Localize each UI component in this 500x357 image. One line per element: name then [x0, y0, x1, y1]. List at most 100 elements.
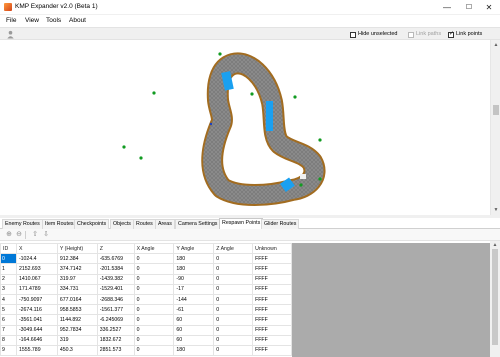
column-header-unknown[interactable]: Unknown — [252, 243, 292, 255]
menu-view[interactable]: View — [24, 16, 40, 25]
table-cell[interactable]: FFFF — [252, 324, 292, 336]
row-id-cell[interactable]: 7 — [0, 324, 17, 336]
table-cell[interactable]: -2674.116 — [15, 304, 58, 316]
tab-routes[interactable]: Routes — [133, 219, 156, 229]
viewport-scrollbar[interactable]: ▲ ▼ — [490, 40, 500, 215]
table-cell[interactable]: -201.5384 — [96, 263, 135, 275]
row-id-cell[interactable]: 0 — [0, 253, 17, 265]
respawn-point[interactable] — [218, 52, 222, 56]
table-cell[interactable]: FFFF — [252, 273, 292, 285]
table-cell[interactable]: 0 — [213, 344, 254, 357]
table-cell[interactable]: 2851.573 — [96, 344, 135, 357]
table-cell[interactable]: -90 — [173, 273, 215, 285]
table-cell[interactable]: 0 — [133, 334, 175, 346]
link-paths-box[interactable] — [408, 31, 414, 38]
table-cell[interactable]: 60 — [173, 334, 215, 346]
table-cell[interactable]: 0 — [133, 283, 175, 295]
tab-objects[interactable]: Objects — [110, 219, 134, 229]
table-cell[interactable]: 0 — [213, 263, 254, 275]
table-cell[interactable]: -6.245069 — [96, 314, 135, 326]
tab-item-routes[interactable]: Item Routes — [42, 219, 77, 229]
hide-unselected-box[interactable] — [350, 31, 356, 38]
row-id-cell[interactable]: 5 — [0, 304, 17, 316]
table-cell[interactable]: -144 — [173, 293, 215, 306]
table-row[interactable]: 6 -3561.041 1144.892 -6.245069 0 60 0 FFFF — [0, 314, 292, 326]
table-row[interactable]: 4 -750.9097 677.0164 -2688.346 0 -144 0 FFFF — [0, 293, 292, 306]
grid-scrollbar[interactable]: ▲ — [490, 241, 500, 357]
table-cell[interactable]: 1555.789 — [15, 344, 58, 357]
table-cell[interactable]: 0 — [133, 273, 175, 285]
close-button[interactable]: ✕ — [478, 0, 500, 15]
table-cell[interactable]: 2152.693 — [15, 263, 58, 275]
table-cell[interactable]: 0 — [133, 293, 175, 306]
respawn-point[interactable] — [299, 183, 303, 187]
column-header-id[interactable]: ID — [0, 243, 17, 255]
table-cell[interactable]: 334.731 — [56, 283, 98, 295]
move-down-icon[interactable]: ⇩ — [42, 231, 50, 239]
row-id-cell[interactable]: 8 — [0, 334, 17, 346]
table-cell[interactable]: 60 — [173, 314, 215, 326]
menu-about[interactable]: About — [68, 16, 87, 25]
scroll-up-arrow-icon[interactable]: ▲ — [492, 41, 500, 49]
respawn-point[interactable] — [139, 156, 143, 160]
table-row[interactable]: 8 -164.6646 319 1832.672 0 60 0 FFFF — [0, 334, 292, 346]
table-row[interactable]: 3 171.4789 334.731 -1529.401 0 -17 0 FFFF — [0, 283, 292, 295]
table-cell[interactable]: 0 — [133, 253, 175, 265]
add-icon[interactable]: ⊕ — [5, 231, 13, 239]
table-cell[interactable]: 1410.067 — [15, 273, 58, 285]
table-cell[interactable]: -164.6646 — [15, 334, 58, 346]
table-cell[interactable]: -3561.041 — [15, 314, 58, 326]
respawn-point[interactable] — [318, 177, 322, 181]
table-cell[interactable]: 0 — [213, 304, 254, 316]
table-cell[interactable]: -1439.382 — [96, 273, 135, 285]
table-cell[interactable]: 0 — [133, 324, 175, 336]
table-cell[interactable]: 60 — [173, 324, 215, 336]
table-cell[interactable]: 336.2527 — [96, 324, 135, 336]
table-cell[interactable]: 450.3 — [56, 344, 98, 357]
table-cell[interactable]: FFFF — [252, 314, 292, 326]
column-header-z[interactable]: Z — [96, 243, 135, 255]
grid-scroll-up-icon[interactable]: ▲ — [491, 241, 499, 249]
remove-icon[interactable]: ⊖ — [15, 231, 23, 239]
column-header-x-angle[interactable]: X Angle — [133, 243, 175, 255]
table-cell[interactable]: 677.0164 — [56, 293, 98, 306]
table-cell[interactable]: 0 — [213, 283, 254, 295]
respawn-point[interactable] — [293, 95, 297, 99]
table-cell[interactable]: FFFF — [252, 334, 292, 346]
table-cell[interactable]: 0 — [133, 344, 175, 357]
table-cell[interactable]: 1144.892 — [56, 314, 98, 326]
table-cell[interactable]: 319 — [56, 334, 98, 346]
table-cell[interactable]: 0 — [133, 263, 175, 275]
respawn-point[interactable] — [152, 91, 156, 95]
person-icon[interactable] — [6, 30, 15, 39]
table-cell[interactable]: FFFF — [252, 253, 292, 265]
table-cell[interactable]: -2688.346 — [96, 293, 135, 306]
tab-areas[interactable]: Areas — [155, 219, 175, 229]
row-id-cell[interactable]: 2 — [0, 273, 17, 285]
tab-camera-settings[interactable]: Camera Settings — [175, 219, 221, 229]
table-cell[interactable]: FFFF — [252, 283, 292, 295]
table-cell[interactable]: -3049.644 — [15, 324, 58, 336]
table-cell[interactable]: -635.6769 — [96, 253, 135, 265]
respawn-point[interactable] — [122, 145, 126, 149]
table-row[interactable]: 7 -3049.644 952.7834 336.2527 0 60 0 FFFF — [0, 324, 292, 336]
table-cell[interactable]: -1529.401 — [96, 283, 135, 295]
table-cell[interactable]: -61 — [173, 304, 215, 316]
row-id-cell[interactable]: 1 — [0, 263, 17, 275]
tab-glider-routes[interactable]: Glider Routes — [261, 219, 300, 229]
link-paths-checkbox[interactable]: Link paths — [408, 31, 441, 39]
tab-checkpoints[interactable]: Checkpoints — [74, 219, 110, 229]
track-map[interactable] — [0, 40, 490, 215]
minimize-button[interactable]: — — [436, 0, 458, 15]
table-cell[interactable]: FFFF — [252, 293, 292, 306]
menu-file[interactable]: File — [5, 16, 17, 25]
table-cell[interactable]: 374.7142 — [56, 263, 98, 275]
table-cell[interactable]: FFFF — [252, 263, 292, 275]
column-header-x[interactable]: X — [15, 243, 58, 255]
table-cell[interactable]: 952.7834 — [56, 324, 98, 336]
table-cell[interactable]: 1832.672 — [96, 334, 135, 346]
table-cell[interactable]: -1561.377 — [96, 304, 135, 316]
table-cell[interactable]: 0 — [213, 324, 254, 336]
column-header-z-angle[interactable]: Z Angle — [213, 243, 254, 255]
table-cell[interactable]: 0 — [213, 334, 254, 346]
